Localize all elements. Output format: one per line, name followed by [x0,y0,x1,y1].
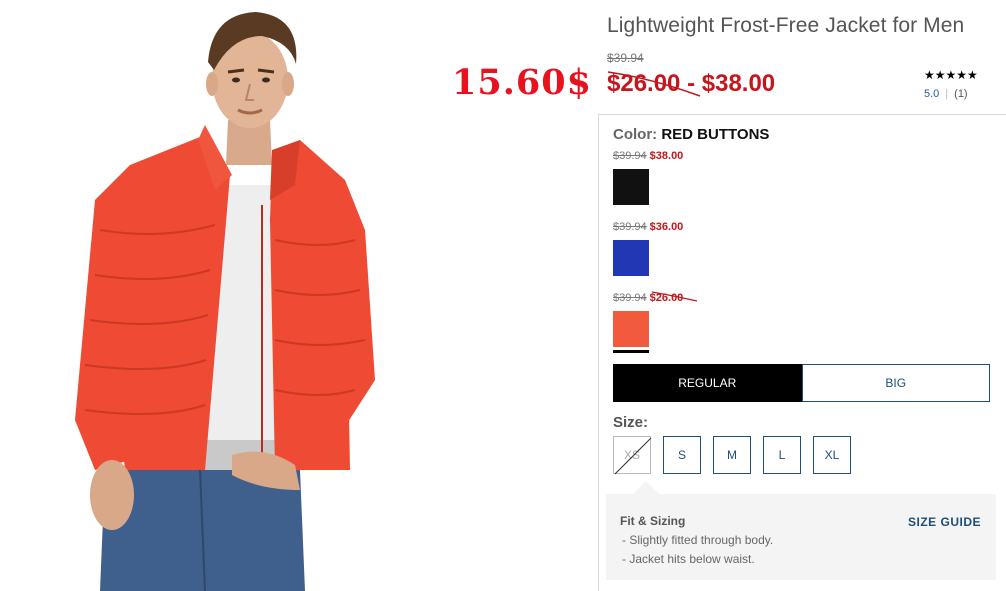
swatch-was-price: $39.94 [613,221,647,233]
star-rating-icon: ★★★★★ [924,68,978,82]
color-label: Color: RED BUTTONS [613,126,769,143]
rating-score: 5.0 [924,88,940,100]
color-label-text: Color: [613,126,658,143]
size-option-l[interactable]: L [763,436,801,474]
swatch-was-price: $39.94 [613,150,647,162]
swatch-was-price: $39.94 [613,292,647,304]
fit-option-big[interactable]: BIG [801,364,990,402]
swatch-price-blue: $39.94 $36.00 [613,221,683,233]
size-option-xs[interactable]: XS [613,436,652,475]
rating-divider: | [945,88,949,100]
size-option-m[interactable]: M [713,436,751,474]
swatch-now-price: $26.00 [649,292,684,304]
size-options: XS S M L XL [613,436,851,475]
swatch-price-red: $39.94 $26.00 [613,292,683,304]
sale-price-high: $38.00 [701,70,776,97]
unavailable-slash-icon [614,437,652,475]
size-option-xl[interactable]: XL [813,436,851,474]
rating[interactable]: ★★★★★ 5.0 | (1) [924,68,990,100]
selected-swatch-indicator [613,350,649,353]
selected-color-name: RED BUTTONS [661,126,770,143]
sale-price-sep: - [687,70,696,97]
size-label: Size: [613,414,649,431]
fit-detail-line: - Slightly fitted through body. [622,533,774,547]
color-swatch-black[interactable] [613,169,649,205]
color-swatch-red[interactable] [613,311,649,347]
fit-toggle: REGULAR BIG [613,364,990,402]
fit-option-regular[interactable]: REGULAR [613,364,802,402]
promo-price-overlay: 15.60$ [452,62,592,103]
fit-detail-line: - Jacket hits below waist. [622,552,755,566]
fit-sizing-title: Fit & Sizing [620,514,686,528]
color-swatch-blue[interactable] [613,240,649,276]
size-option-s[interactable]: S [663,436,701,474]
review-count: (1) [954,88,968,100]
swatch-now-price: $36.00 [649,221,684,233]
sale-price-low: $26.00 [607,70,681,97]
size-guide-link[interactable]: SIZE GUIDE [908,515,981,529]
swatch-now-price: $38.00 [649,150,684,162]
swatch-price-black: $39.94 $38.00 [613,150,683,162]
sale-price-range: $26.00 - $38.00 [607,70,775,98]
product-title: Lightweight Frost-Free Jacket for Men [607,14,965,37]
original-price: $39.94 [607,51,644,65]
fit-box-pointer [633,481,659,494]
